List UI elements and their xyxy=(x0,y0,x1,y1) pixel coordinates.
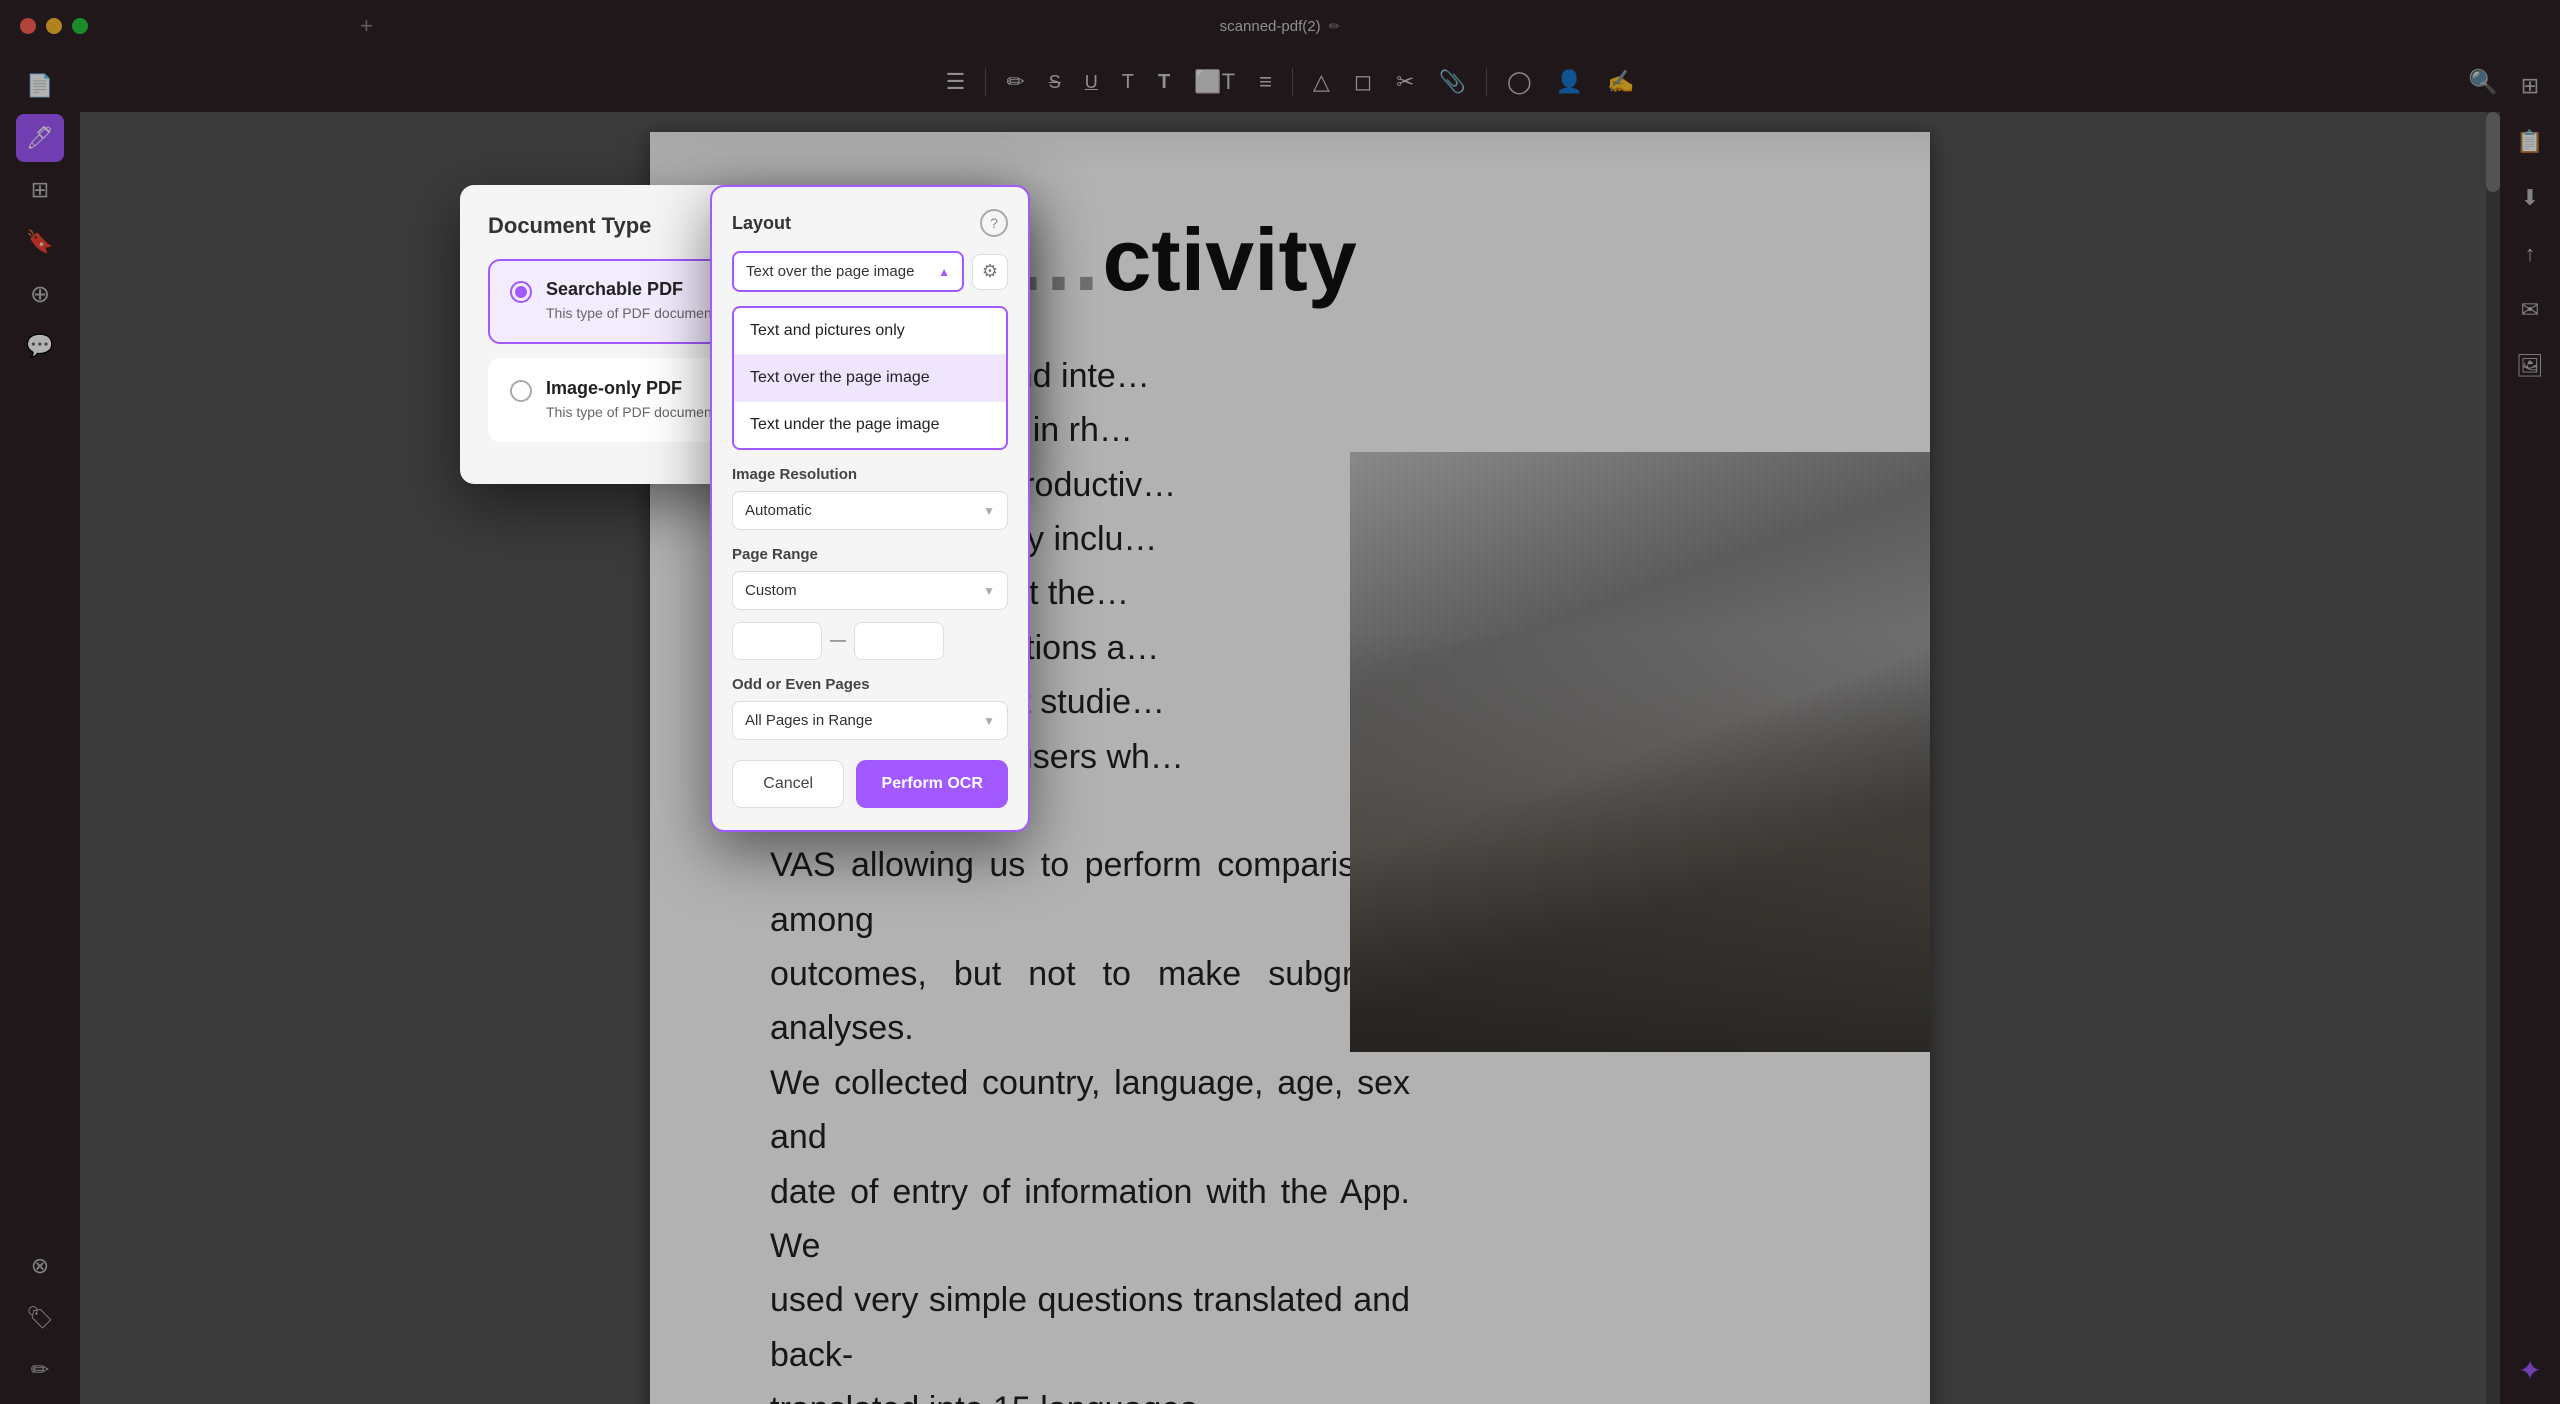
cancel-button[interactable]: Cancel xyxy=(732,760,844,808)
page-range-label: Page Range xyxy=(732,546,1008,563)
layout-title: Layout xyxy=(732,213,791,234)
page-from-stepper: 1 ▲ ▼ xyxy=(732,622,822,660)
layout-select-row: Text over the page image ▲ ⚙ xyxy=(732,251,1008,292)
odd-even-label: Odd or Even Pages xyxy=(732,676,1008,693)
odd-even-chevron-icon: ▼ xyxy=(983,714,995,728)
image-resolution-select[interactable]: Automatic ▼ xyxy=(732,491,1008,530)
page-from-input[interactable]: 1 xyxy=(733,623,822,659)
layout-select[interactable]: Text over the page image ▲ xyxy=(732,251,964,292)
action-buttons-row: Cancel Perform OCR xyxy=(732,760,1008,808)
layout-header: Layout ? xyxy=(732,209,1008,237)
page-range-select[interactable]: Custom ▼ xyxy=(732,571,1008,610)
layout-chevron-icon: ▲ xyxy=(938,265,950,279)
dropdown-item-text-over[interactable]: Text over the page image xyxy=(734,355,1006,402)
page-to-stepper: 2 ▲ ▼ xyxy=(854,622,944,660)
image-resolution-select-wrap: Automatic ▼ xyxy=(732,491,1008,530)
image-resolution-chevron-icon: ▼ xyxy=(983,504,995,518)
gear-icon: ⚙ xyxy=(982,261,998,282)
dropdown-item-text-and-pictures[interactable]: Text and pictures only xyxy=(734,308,1006,355)
dropdown-item-text-under[interactable]: Text under the page image xyxy=(734,402,1006,448)
layout-panel: Layout ? Text over the page image ▲ ⚙ Te… xyxy=(710,185,1030,832)
image-only-pdf-radio[interactable] xyxy=(510,380,532,402)
odd-even-value: All Pages in Range xyxy=(745,712,873,729)
layout-selected-value: Text over the page image xyxy=(746,263,914,280)
page-range-inputs-row: 1 ▲ ▼ — 2 ▲ ▼ xyxy=(732,622,1008,660)
page-to-input[interactable]: 2 xyxy=(855,623,944,659)
layout-gear-button[interactable]: ⚙ xyxy=(972,254,1008,290)
modal-backdrop xyxy=(0,0,2560,1404)
page-range-select-wrap: Custom ▼ xyxy=(732,571,1008,610)
perform-ocr-button[interactable]: Perform OCR xyxy=(856,760,1008,808)
searchable-pdf-radio[interactable] xyxy=(510,281,532,303)
layout-dropdown-open: Text and pictures only Text over the pag… xyxy=(732,306,1008,450)
image-resolution-label: Image Resolution xyxy=(732,466,1008,483)
odd-even-select-wrap: All Pages in Range ▼ xyxy=(732,701,1008,740)
odd-even-select[interactable]: All Pages in Range ▼ xyxy=(732,701,1008,740)
layout-help-button[interactable]: ? xyxy=(980,209,1008,237)
page-range-chevron-icon: ▼ xyxy=(983,584,995,598)
page-range-dash: — xyxy=(830,632,846,650)
image-resolution-value: Automatic xyxy=(745,502,812,519)
page-range-value: Custom xyxy=(745,582,797,599)
